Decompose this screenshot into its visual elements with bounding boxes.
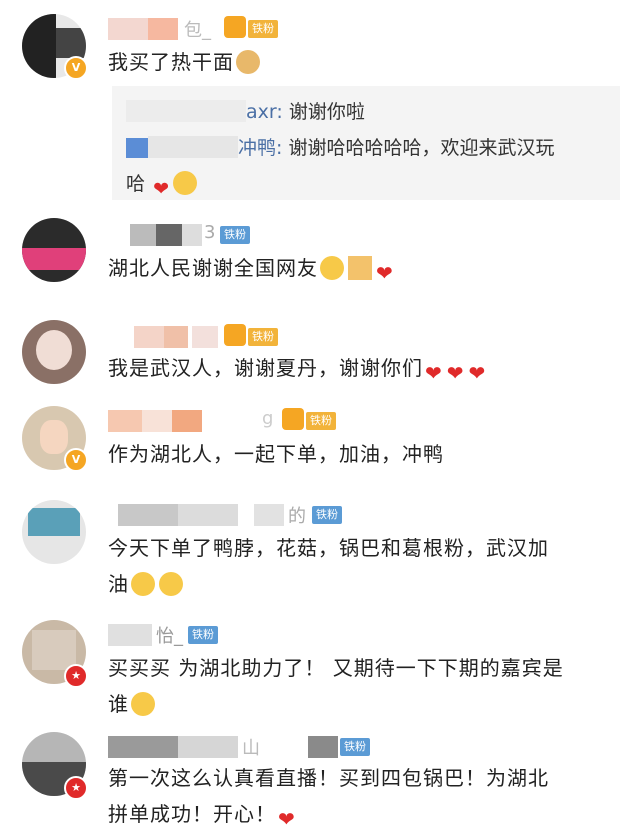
fan-badge: 铁粉 bbox=[248, 20, 278, 38]
crown-icon bbox=[224, 324, 246, 346]
verified-badge-icon: ★ bbox=[64, 776, 88, 800]
verified-badge-icon: ★ bbox=[64, 664, 88, 688]
comment-text: 湖北人民谢谢全国网友 ❤ bbox=[108, 256, 394, 285]
username[interactable]: g 铁粉 bbox=[108, 408, 348, 434]
username[interactable]: 包_ 铁粉 bbox=[108, 16, 348, 42]
heart-icon: ❤ bbox=[446, 361, 465, 385]
comment-item: V 包_ 铁粉 我买了热干面 axr: 谢谢你啦 冲鸭: 谢谢哈哈哈哈哈，欢迎来… bbox=[0, 0, 640, 205]
avatar[interactable] bbox=[22, 218, 86, 282]
comment-text: 第一次这么认真看直播！买到四包锅巴！为湖北 拼单成功！开心！ ❤ bbox=[108, 766, 549, 831]
username[interactable]: 怡_ 铁粉 bbox=[108, 622, 308, 648]
doge-emoji-icon bbox=[236, 50, 260, 74]
reply-username[interactable]: 冲鸭: bbox=[238, 137, 282, 159]
username-text: 包_ bbox=[184, 20, 211, 41]
reply-username[interactable]: axr: bbox=[246, 101, 283, 123]
username[interactable]: 的 铁粉 bbox=[108, 502, 368, 528]
comment-item: 的 铁粉 今天下单了鸭脖，花菇，锅巴和葛根粉，武汉加 油 bbox=[0, 492, 640, 612]
heart-icon: ❤ bbox=[425, 361, 443, 385]
avatar[interactable] bbox=[22, 500, 86, 564]
crown-icon bbox=[282, 408, 304, 430]
comment-text: 我买了热干面 bbox=[108, 44, 628, 80]
heart-icon: ❤ bbox=[376, 261, 394, 285]
verified-badge-icon: V bbox=[64, 56, 88, 80]
comment-item: 铁粉 我是武汉人，谢谢夏丹，谢谢你们 ❤ ❤ ❤ bbox=[0, 312, 640, 402]
verified-badge-icon: V bbox=[64, 448, 88, 472]
heart-icon: ❤ bbox=[278, 807, 296, 831]
username[interactable]: 山 铁粉 bbox=[108, 734, 388, 760]
username[interactable]: 3 铁粉 bbox=[108, 222, 308, 248]
pray-icon bbox=[348, 256, 372, 280]
comment-item: ★ 怡_ 铁粉 买买买 为湖北助力了！ 又期待一下下期的嘉宾是 谁 bbox=[0, 612, 640, 724]
fan-badge: 铁粉 bbox=[306, 412, 336, 430]
blush-emoji-icon bbox=[320, 256, 344, 280]
fan-badge: 铁粉 bbox=[220, 226, 250, 244]
blow-kiss-emoji-icon bbox=[131, 572, 155, 596]
comment-item: ★ 山 铁粉 第一次这么认真看直播！买到四包锅巴！为湖北 拼单成功！开心！ ❤ bbox=[0, 724, 640, 836]
username[interactable]: 铁粉 bbox=[108, 324, 348, 350]
fan-badge: 铁粉 bbox=[340, 738, 370, 756]
fan-badge: 铁粉 bbox=[312, 506, 342, 524]
fan-badge: 铁粉 bbox=[188, 626, 218, 644]
reply-box: axr: 谢谢你啦 冲鸭: 谢谢哈哈哈哈哈，欢迎来武汉玩 哈 ❤ bbox=[112, 86, 620, 200]
comment-text: 我是武汉人，谢谢夏丹，谢谢你们 ❤ ❤ ❤ bbox=[108, 356, 487, 385]
reply-item: 冲鸭: 谢谢哈哈哈哈哈，欢迎来武汉玩 哈 ❤ bbox=[126, 136, 555, 200]
comment-text: 今天下单了鸭脖，花菇，锅巴和葛根粉，武汉加 油 bbox=[108, 536, 549, 596]
grin-emoji-icon bbox=[131, 692, 155, 716]
blow-kiss-emoji-icon bbox=[159, 572, 183, 596]
reply-item: axr: 谢谢你啦 bbox=[126, 94, 616, 130]
heart-icon: ❤ bbox=[468, 361, 487, 385]
comment-text: 作为湖北人，一起下单，加油，冲鸭 bbox=[108, 442, 444, 466]
crown-icon bbox=[224, 16, 246, 38]
grin-emoji-icon bbox=[172, 171, 197, 195]
comment-text: 买买买 为湖北助力了！ 又期待一下下期的嘉宾是 谁 bbox=[108, 656, 564, 716]
comment-item: V g 铁粉 作为湖北人，一起下单，加油，冲鸭 bbox=[0, 398, 640, 490]
avatar[interactable] bbox=[22, 320, 86, 384]
comment-item: 3 铁粉 湖北人民谢谢全国网友 ❤ bbox=[0, 210, 640, 310]
heart-icon: ❤ bbox=[153, 178, 169, 200]
fan-badge: 铁粉 bbox=[248, 328, 278, 346]
